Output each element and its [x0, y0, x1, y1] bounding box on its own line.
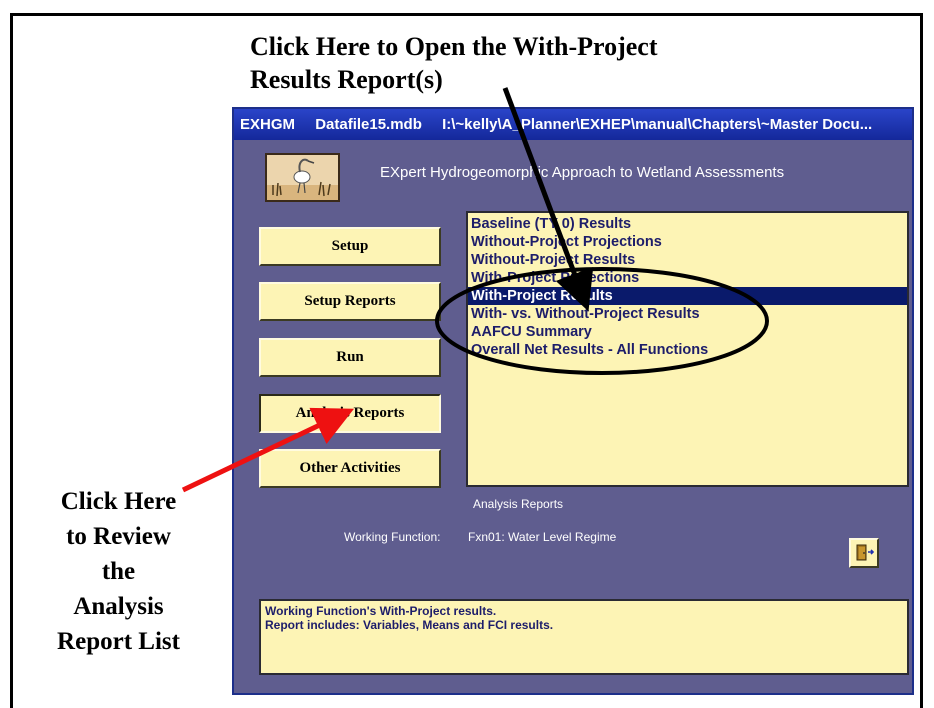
- report-description: Working Function's With-Project results.…: [259, 599, 909, 675]
- other-activities-button[interactable]: Other Activities: [259, 449, 441, 488]
- exit-button[interactable]: [849, 538, 879, 568]
- callout-line: the: [101, 558, 136, 585]
- callout-line: to Review: [66, 523, 171, 550]
- analysis-reports-button[interactable]: Analysis Reports: [259, 394, 441, 433]
- document-frame-left: [10, 13, 13, 708]
- report-list-item[interactable]: Without-Project Projections: [468, 233, 907, 251]
- working-function-value: Fxn01: Water Level Regime: [468, 530, 617, 544]
- callout-review-list: Click Here to Review the Analysis Report…: [16, 484, 221, 659]
- app-window: EXHGM Datafile15.mdb I:\~kelly\A_Planner…: [232, 107, 914, 695]
- document-frame-top: [10, 13, 922, 16]
- setup-button[interactable]: Setup: [259, 227, 441, 266]
- title-bar[interactable]: EXHGM Datafile15.mdb I:\~kelly\A_Planner…: [234, 109, 912, 140]
- report-list-item[interactable]: With-Project Projections: [468, 269, 907, 287]
- description-line: Working Function's With-Project results.: [265, 604, 497, 618]
- door-exit-icon: [856, 544, 875, 561]
- app-heading: EXpert Hydrogeomorphic Approach to Wetla…: [380, 164, 785, 181]
- report-list-item[interactable]: Baseline (TY 0) Results: [468, 215, 907, 233]
- callout-line: Analysis: [73, 593, 164, 620]
- document-frame-right: [920, 13, 923, 708]
- report-list-item[interactable]: Overall Net Results - All Functions: [468, 341, 907, 359]
- title-app-name: EXHGM: [240, 116, 296, 133]
- report-list-item-selected[interactable]: With-Project Results: [468, 287, 907, 305]
- description-line: Report includes: Variables, Means and FC…: [265, 618, 554, 632]
- callout-line: Click Here: [60, 488, 177, 515]
- title-datafile: Datafile15.mdb: [315, 116, 422, 133]
- heron-logo-icon: [265, 153, 340, 202]
- setup-reports-button[interactable]: Setup Reports: [259, 282, 441, 321]
- report-list-item[interactable]: With- vs. Without-Project Results: [468, 305, 907, 323]
- title-path: I:\~kelly\A_Planner\EXHEP\manual\Chapter…: [442, 116, 873, 133]
- working-function-label: Working Function:: [344, 530, 441, 544]
- callout-line: Report List: [57, 628, 180, 655]
- report-list-caption: Analysis Reports: [473, 497, 564, 511]
- run-button[interactable]: Run: [259, 338, 441, 377]
- callout-line: Click Here to Open the With-Project: [250, 32, 658, 61]
- report-list-item[interactable]: Without-Project Results: [468, 251, 907, 269]
- callout-open-report: Click Here to Open the With-Project Resu…: [250, 30, 810, 96]
- report-list[interactable]: Baseline (TY 0) Results Without-Project …: [466, 211, 909, 487]
- report-list-item[interactable]: AAFCU Summary: [468, 323, 907, 341]
- callout-line: Results Report(s): [250, 65, 443, 94]
